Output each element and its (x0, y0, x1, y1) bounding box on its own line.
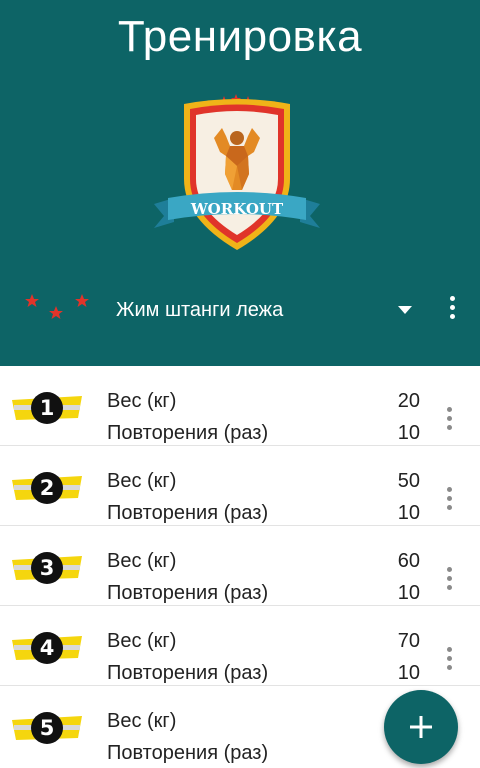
svg-text:5: 5 (40, 716, 55, 740)
set-number-badge-icon: 4 (12, 632, 82, 664)
caret-down-icon (398, 306, 412, 314)
more-vertical-icon[interactable] (437, 402, 461, 434)
weight-value: 60 (397, 550, 420, 572)
weight-value: 20 (397, 390, 420, 412)
more-vertical-icon[interactable] (440, 290, 464, 324)
logo-text: WORKOUT (190, 200, 284, 218)
weight-label: Вес (кг) (107, 710, 177, 732)
reps-label: Повторения (раз) (107, 582, 269, 604)
set-row[interactable]: 1 Вес (кг) Повторения (раз) 20 10 (0, 366, 480, 446)
reps-value: 10 (397, 662, 420, 684)
app-header: Тренировка WORKOUT Жим штанги лежа (0, 0, 480, 366)
weight-value: 50 (397, 470, 420, 492)
more-vertical-icon[interactable] (437, 482, 461, 514)
svg-text:1: 1 (40, 396, 55, 420)
set-row[interactable]: 4 Вес (кг) Повторения (раз) 70 10 (0, 606, 480, 686)
decorative-stars-icon (25, 294, 89, 319)
reps-value: 10 (397, 582, 420, 604)
set-number-badge-icon: 3 (12, 552, 82, 584)
reps-label: Повторения (раз) (107, 742, 269, 764)
set-row[interactable]: 2 Вес (кг) Повторения (раз) 50 10 (0, 446, 480, 526)
more-vertical-icon[interactable] (437, 562, 461, 594)
set-number-badge-icon: 5 (12, 712, 82, 744)
weight-label: Вес (кг) (107, 470, 177, 492)
reps-value: 10 (397, 502, 420, 524)
svg-text:3: 3 (40, 556, 55, 580)
more-vertical-icon[interactable] (437, 642, 461, 674)
page-title: Тренировка (117, 12, 363, 61)
set-row[interactable]: 3 Вес (кг) Повторения (раз) 60 10 (0, 526, 480, 606)
svg-text:2: 2 (40, 476, 55, 500)
set-number-badge-icon: 2 (12, 472, 82, 504)
add-set-button[interactable] (384, 690, 458, 764)
workout-logo: WORKOUT (154, 94, 320, 250)
exercise-dropdown[interactable]: Жим штанги лежа (104, 288, 424, 332)
svg-text:4: 4 (40, 636, 55, 660)
exercise-name: Жим штанги лежа (116, 298, 284, 321)
reps-label: Повторения (раз) (107, 502, 269, 524)
reps-value: 10 (397, 422, 420, 444)
plus-icon (410, 716, 432, 738)
reps-label: Повторения (раз) (107, 662, 269, 684)
set-number-badge-icon: 1 (12, 392, 82, 424)
reps-label: Повторения (раз) (107, 422, 269, 444)
weight-label: Вес (кг) (107, 630, 177, 652)
weight-value: 70 (397, 630, 420, 652)
weight-label: Вес (кг) (107, 550, 177, 572)
weight-label: Вес (кг) (107, 390, 177, 412)
